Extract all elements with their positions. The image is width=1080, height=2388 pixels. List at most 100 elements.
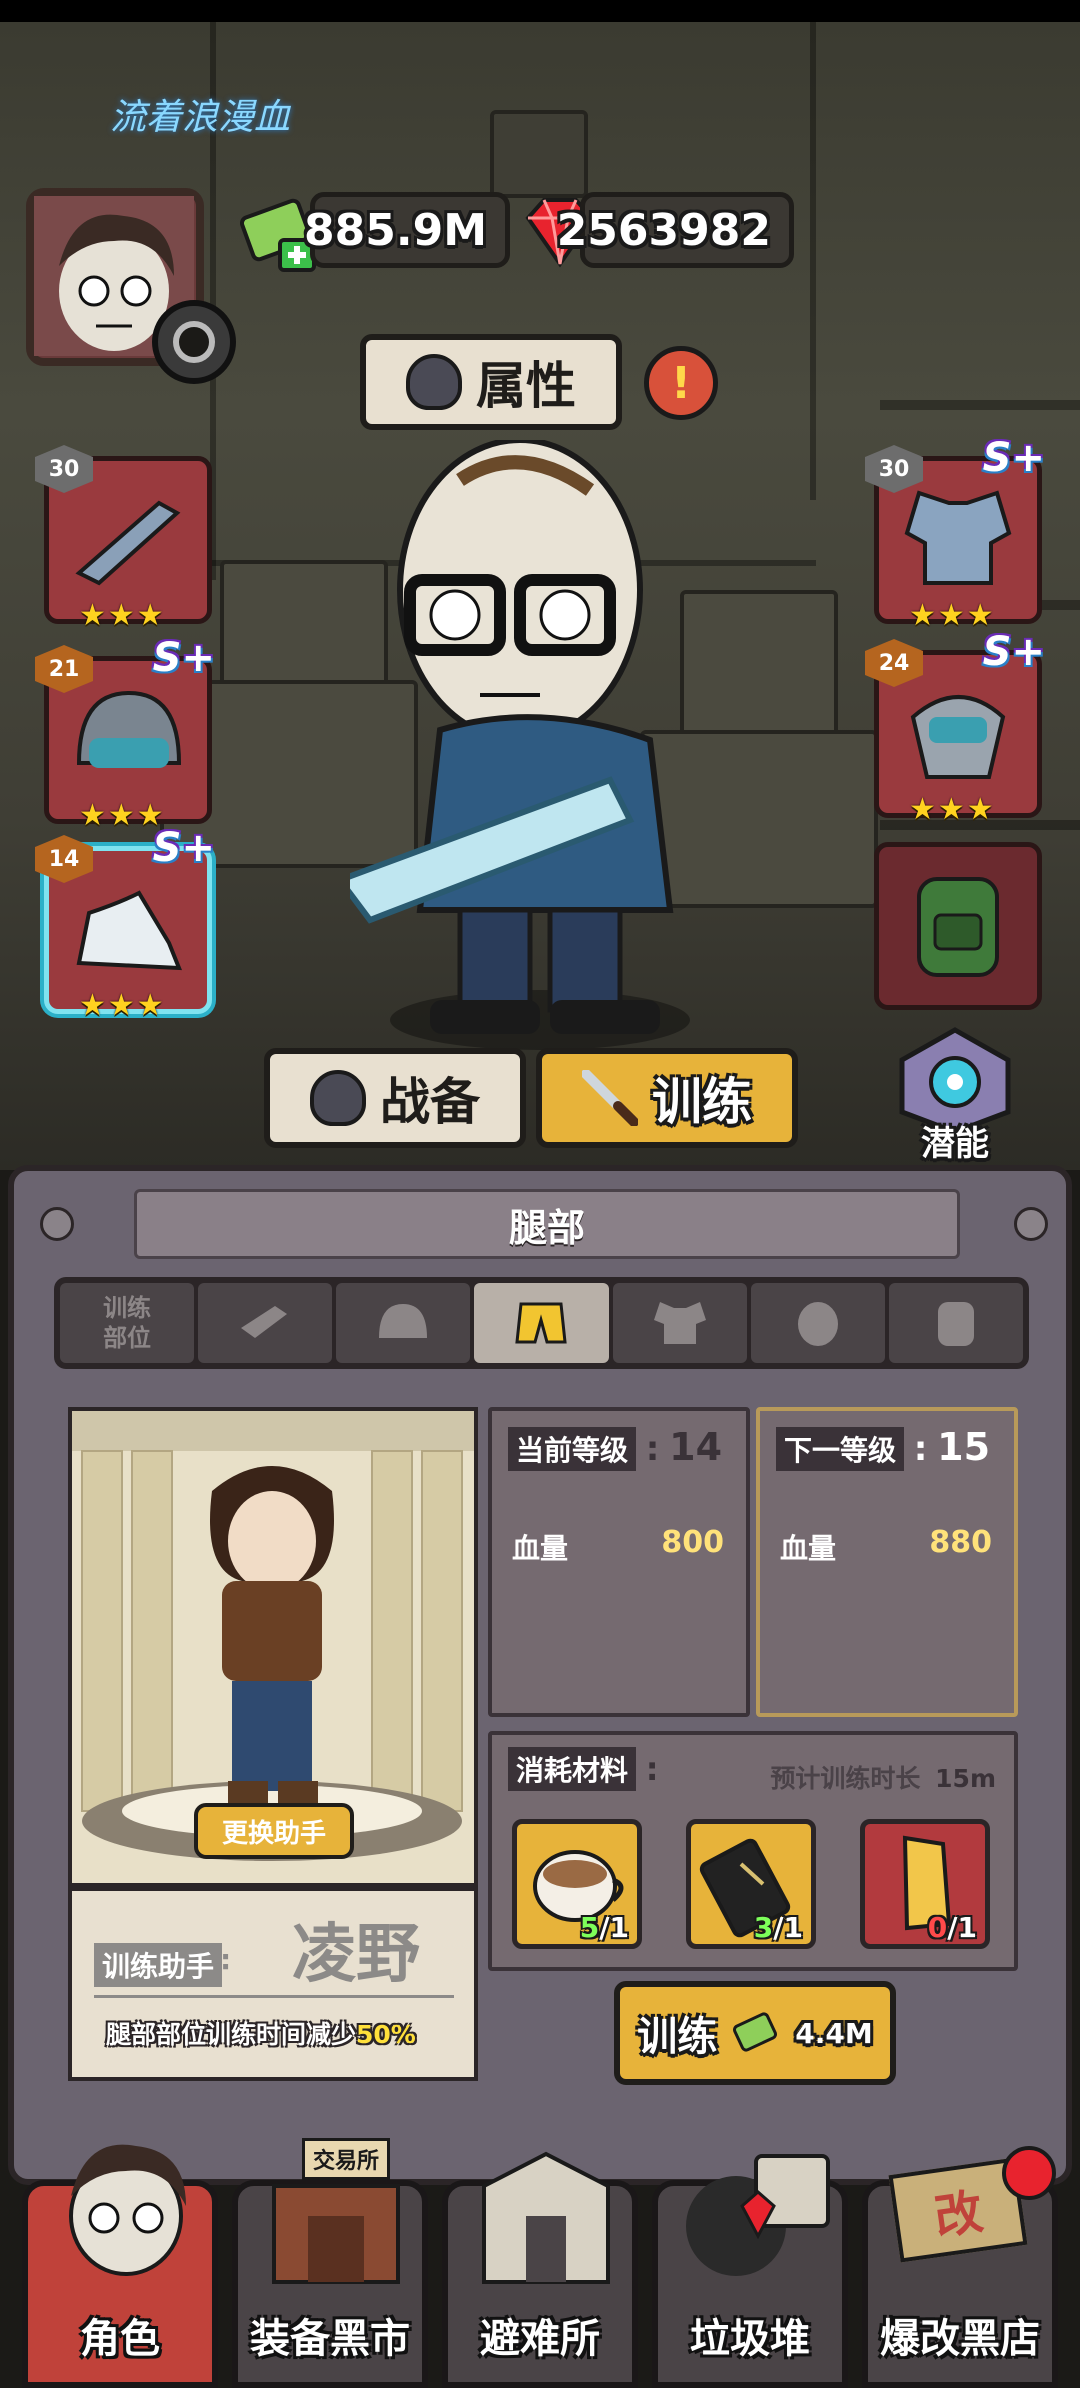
- tab-pants[interactable]: [474, 1283, 609, 1363]
- hp-current: 800: [661, 1525, 724, 1560]
- next-level-box: 下一等级 : 15 血量 880: [756, 1407, 1018, 1717]
- train-cost: 4.4M: [795, 2016, 873, 2050]
- helmet-icon: [379, 1304, 428, 1338]
- train-mode-label: 训练: [652, 1073, 752, 1131]
- next-level-header: 下一等级 : 15: [776, 1425, 990, 1471]
- assistant-label: 训练助手: [94, 1943, 223, 1987]
- backpack-icon: [917, 877, 999, 977]
- training-panel: 腿部 训练部位 更换助手 训练助手 : 凌野 腿部部位训练时间减少50% 当前等…: [8, 1165, 1072, 2185]
- assistant-bonus-value: 50%: [356, 2020, 416, 2049]
- duration-info: 预计训练时长 15m: [770, 1759, 996, 1795]
- nav-label: 角色: [80, 2316, 160, 2362]
- cash-amount: 885.9M: [304, 192, 510, 268]
- material-count: 5/1: [580, 1911, 629, 1944]
- pants-icon: [515, 1302, 568, 1344]
- change-assistant-button[interactable]: 更换助手: [194, 1803, 354, 1859]
- bottom-nav: 角色 交易所 装备黑市 避难所 垃圾堆 改 爆改黑店: [0, 2120, 1080, 2388]
- panel-title: 腿部: [134, 1189, 960, 1259]
- scroll-banner: 流着浪漫血: [110, 97, 291, 138]
- hp-label: 血量: [780, 1532, 837, 1565]
- settings-gear-icon[interactable]: [152, 300, 236, 384]
- equip-slot-helmet[interactable]: 21 S+ ★★★: [35, 635, 215, 833]
- current-level-value: 14: [669, 1425, 723, 1469]
- grade-badge: S+: [152, 635, 215, 681]
- material-card[interactable]: 3/1: [686, 1819, 816, 1949]
- star-rating: ★★★: [909, 598, 996, 633]
- weapon-icon: [75, 500, 181, 586]
- equip-slot-shoes[interactable]: 14 S+ ★★★: [35, 825, 215, 1023]
- mask-icon: [797, 1302, 838, 1346]
- knife-icon: [581, 1069, 639, 1127]
- tab-weapon[interactable]: [198, 1283, 333, 1363]
- material-need: /1: [599, 1911, 629, 1944]
- material-count: 3/1: [754, 1911, 803, 1944]
- nav-black-market[interactable]: 交易所 装备黑市: [232, 2138, 428, 2388]
- materials-header: 消耗材料 :: [508, 1747, 659, 1791]
- material-have: 5: [579, 1911, 600, 1944]
- material-gold-bar[interactable]: 0/1: [860, 1819, 990, 1949]
- current-level-header: 当前等级 : 14: [508, 1425, 722, 1471]
- status-bar: [0, 0, 1080, 22]
- star-rating: ★★★: [909, 792, 996, 827]
- equip-slot-backpack[interactable]: [874, 842, 1042, 1010]
- grade-badge: S+: [152, 825, 215, 871]
- wall-vent: [490, 110, 588, 198]
- equip-slot-mask[interactable]: 24 S+ ★★★: [865, 629, 1045, 827]
- screw: [40, 1207, 74, 1241]
- hp-next: 880: [929, 1525, 992, 1560]
- nav-junkyard[interactable]: 垃圾堆: [652, 2154, 848, 2388]
- train-mode-button[interactable]: 训练: [536, 1048, 798, 1148]
- character-figure: [335, 437, 730, 1060]
- screw: [1014, 1207, 1048, 1241]
- nav-character[interactable]: 角色: [22, 2144, 218, 2388]
- next-level-label: 下一等级: [776, 1427, 905, 1471]
- potential-button[interactable]: 潜能: [890, 1026, 1020, 1166]
- material-have: 3: [753, 1911, 774, 1944]
- tab-label-text: 训练部位: [103, 1294, 152, 1352]
- gem-amount: 2563982: [557, 192, 794, 268]
- nav-shelter[interactable]: 避难所: [442, 2151, 638, 2388]
- gear-mode-button[interactable]: 战备: [264, 1048, 526, 1148]
- grade-badge: S+: [982, 629, 1045, 675]
- nav-label: 装备黑市: [250, 2316, 410, 2362]
- attributes-label: 属性: [476, 357, 576, 415]
- hood-icon: [406, 354, 462, 410]
- alert-badge[interactable]: !: [644, 346, 718, 420]
- tab-helmet[interactable]: [336, 1283, 471, 1363]
- helmet-icon: [76, 690, 182, 768]
- nav-mod-shop[interactable]: 改 爆改黑店: [862, 2146, 1058, 2388]
- hood-icon: [310, 1070, 366, 1126]
- notification-dot: [1002, 2146, 1056, 2200]
- materials-box: 消耗材料 : 预计训练时长 15m 5/1 3/1 0/1: [488, 1731, 1018, 1971]
- materials-label: 消耗材料: [508, 1747, 637, 1791]
- weapon-icon: [241, 1306, 288, 1338]
- gear-mode-label: 战备: [380, 1073, 480, 1131]
- star-rating: ★★★: [79, 988, 166, 1023]
- assistant-info: 训练助手 : 凌野 腿部部位训练时间减少50%: [68, 1887, 478, 2081]
- next-level-value: 15: [937, 1425, 991, 1469]
- current-level-box: 当前等级 : 14 血量 800: [488, 1407, 750, 1717]
- current-level-label: 当前等级: [508, 1427, 637, 1471]
- tab-label: 训练部位: [60, 1283, 195, 1363]
- mask-icon: [910, 695, 1006, 779]
- tab-armor[interactable]: [612, 1283, 747, 1363]
- equip-slot-armor[interactable]: 30 S+ ★★★: [865, 435, 1045, 633]
- change-assistant-label: 更换助手: [221, 1818, 326, 1849]
- armor-icon: [904, 490, 1012, 585]
- character-avatar-icon: [69, 2144, 186, 2276]
- assistant-name: 凌野: [292, 1918, 420, 1992]
- equip-slot-weapon[interactable]: 30 ★★★: [35, 445, 212, 633]
- tab-backpack[interactable]: [888, 1283, 1023, 1363]
- assistant-bonus-text: 腿部部位训练时间减少: [106, 2020, 357, 2049]
- material-coffee[interactable]: 5/1: [512, 1819, 642, 1949]
- nav-label: 垃圾堆: [690, 2316, 810, 2362]
- nav-label: 避难所: [480, 2316, 600, 2362]
- potential-label: 潜能: [921, 1124, 989, 1164]
- grade-badge: S+: [982, 435, 1045, 481]
- attributes-button[interactable]: 属性: [360, 334, 622, 430]
- material-have: 0: [927, 1911, 948, 1944]
- tab-mask[interactable]: [750, 1283, 885, 1363]
- market-sign: 交易所: [302, 2138, 391, 2180]
- armor-icon: [653, 1302, 706, 1344]
- train-button[interactable]: 训练 4.4M: [614, 1981, 896, 2085]
